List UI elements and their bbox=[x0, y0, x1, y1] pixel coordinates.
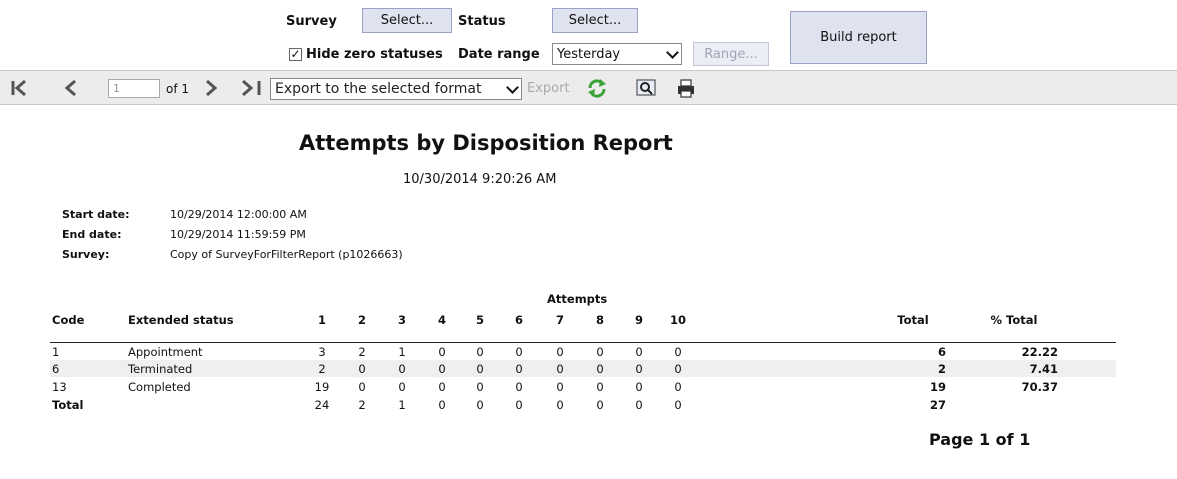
cell-attempt-5: 0 bbox=[476, 380, 484, 394]
cell-attempt-5: 0 bbox=[476, 345, 484, 359]
total-cell-code: Total bbox=[52, 398, 84, 412]
end-date-value: 10/29/2014 11:59:59 PM bbox=[170, 228, 306, 241]
export-format-value: Export to the selected format bbox=[275, 81, 482, 97]
cell-extended-status: Appointment bbox=[128, 345, 203, 359]
cell-total: 2 bbox=[937, 362, 946, 376]
build-report-button[interactable]: Build report bbox=[790, 11, 927, 64]
column-header-attempt-8: 8 bbox=[595, 313, 604, 327]
column-header-attempt-6: 6 bbox=[514, 313, 523, 327]
export-format-select[interactable]: Export to the selected format bbox=[270, 78, 522, 100]
column-header-code: Code bbox=[52, 313, 85, 327]
previous-page-icon[interactable] bbox=[62, 79, 80, 97]
chevron-down-icon bbox=[506, 80, 519, 94]
find-icon[interactable] bbox=[636, 79, 656, 98]
total-cell-attempt-9: 0 bbox=[635, 398, 643, 412]
column-header-attempt-9: 9 bbox=[634, 313, 643, 327]
survey-label: Survey bbox=[286, 14, 337, 29]
refresh-icon[interactable] bbox=[586, 78, 608, 98]
cell-attempt-9: 0 bbox=[635, 345, 643, 359]
next-page-icon[interactable] bbox=[202, 79, 220, 97]
cell-attempt-3: 1 bbox=[398, 345, 406, 359]
start-date-label: Start date: bbox=[62, 208, 130, 221]
cell-attempt-3: 0 bbox=[398, 380, 406, 394]
total-cell-attempt-6: 0 bbox=[515, 398, 523, 412]
column-header-attempt-3: 3 bbox=[397, 313, 406, 327]
cell-attempt-2: 0 bbox=[358, 380, 366, 394]
hide-zero-label: Hide zero statuses bbox=[306, 47, 443, 62]
total-cell-attempt-7: 0 bbox=[556, 398, 564, 412]
chevron-down-icon bbox=[666, 45, 679, 59]
date-range-label: Date range bbox=[458, 47, 540, 62]
total-cell-total: 27 bbox=[929, 398, 946, 412]
cell-attempt-10: 0 bbox=[674, 345, 682, 359]
last-page-icon[interactable] bbox=[240, 79, 264, 97]
date-range-value: Yesterday bbox=[557, 46, 621, 62]
cell-attempt-1: 2 bbox=[318, 362, 326, 376]
cell-attempt-6: 0 bbox=[515, 345, 523, 359]
cell-total: 19 bbox=[929, 380, 946, 394]
survey-meta-label: Survey: bbox=[62, 248, 110, 261]
column-header-attempt-2: 2 bbox=[357, 313, 366, 327]
total-cell-attempt-10: 0 bbox=[674, 398, 682, 412]
range-button[interactable]: Range... bbox=[693, 42, 769, 66]
cell-attempt-3: 0 bbox=[398, 362, 406, 376]
cell-attempt-9: 0 bbox=[635, 362, 643, 376]
header-divider bbox=[50, 342, 1116, 343]
cell-percent-total: 22.22 bbox=[1021, 345, 1058, 359]
cell-attempt-9: 0 bbox=[635, 380, 643, 394]
column-header-attempt-10: 10 bbox=[669, 313, 686, 327]
cell-extended-status: Completed bbox=[128, 380, 191, 394]
cell-attempt-8: 0 bbox=[596, 380, 604, 394]
cell-extended-status: Terminated bbox=[128, 362, 193, 376]
cell-code: 1 bbox=[52, 345, 60, 359]
cell-attempt-8: 0 bbox=[596, 345, 604, 359]
status-select-button[interactable]: Select... bbox=[552, 8, 638, 33]
column-header-extended-status: Extended status bbox=[128, 313, 234, 327]
cell-attempt-10: 0 bbox=[674, 380, 682, 394]
report-title: Attempts by Disposition Report bbox=[299, 131, 673, 155]
column-header-total: Total bbox=[897, 313, 929, 327]
attempts-group-header: Attempts bbox=[547, 292, 608, 306]
hide-zero-checkbox[interactable]: ✓ bbox=[289, 48, 302, 61]
report-generated-timestamp: 10/30/2014 9:20:26 AM bbox=[403, 172, 557, 187]
column-header-attempt-7: 7 bbox=[555, 313, 564, 327]
print-icon[interactable] bbox=[676, 79, 696, 98]
date-range-select[interactable]: Yesterday bbox=[552, 43, 682, 65]
cell-code: 6 bbox=[52, 362, 60, 376]
total-cell-attempt-5: 0 bbox=[476, 398, 484, 412]
cell-attempt-6: 0 bbox=[515, 380, 523, 394]
cell-total: 6 bbox=[937, 345, 946, 359]
cell-percent-total: 7.41 bbox=[1029, 362, 1058, 376]
total-cell-attempt-8: 0 bbox=[596, 398, 604, 412]
cell-attempt-1: 3 bbox=[318, 345, 326, 359]
column-header-attempt-5: 5 bbox=[475, 313, 484, 327]
column-header-attempt-1: 1 bbox=[317, 313, 326, 327]
end-date-label: End date: bbox=[62, 228, 122, 241]
page-number-input[interactable]: 1 bbox=[108, 79, 160, 98]
total-cell-attempt-1: 24 bbox=[314, 398, 330, 412]
total-cell-attempt-3: 1 bbox=[398, 398, 406, 412]
survey-select-button[interactable]: Select... bbox=[362, 8, 452, 33]
cell-attempt-10: 0 bbox=[674, 362, 682, 376]
page-count-label: of 1 bbox=[166, 82, 190, 96]
survey-meta-value: Copy of SurveyForFilterReport (p1026663) bbox=[170, 248, 403, 261]
total-cell-attempt-2: 2 bbox=[358, 398, 366, 412]
cell-attempt-6: 0 bbox=[515, 362, 523, 376]
cell-attempt-7: 0 bbox=[556, 345, 564, 359]
status-label: Status bbox=[458, 14, 506, 29]
start-date-value: 10/29/2014 12:00:00 AM bbox=[170, 208, 307, 221]
cell-attempt-7: 0 bbox=[556, 380, 564, 394]
column-header-percent-total: % Total bbox=[990, 313, 1038, 327]
first-page-icon[interactable] bbox=[10, 79, 32, 97]
cell-attempt-2: 0 bbox=[358, 362, 366, 376]
cell-percent-total: 70.37 bbox=[1021, 380, 1058, 394]
cell-code: 13 bbox=[52, 380, 67, 394]
cell-attempt-2: 2 bbox=[358, 345, 366, 359]
page-footer: Page 1 of 1 bbox=[929, 430, 1031, 449]
export-button[interactable]: Export bbox=[527, 81, 570, 96]
cell-attempt-5: 0 bbox=[476, 362, 484, 376]
cell-attempt-8: 0 bbox=[596, 362, 604, 376]
cell-attempt-7: 0 bbox=[556, 362, 564, 376]
cell-attempt-1: 19 bbox=[314, 380, 330, 394]
